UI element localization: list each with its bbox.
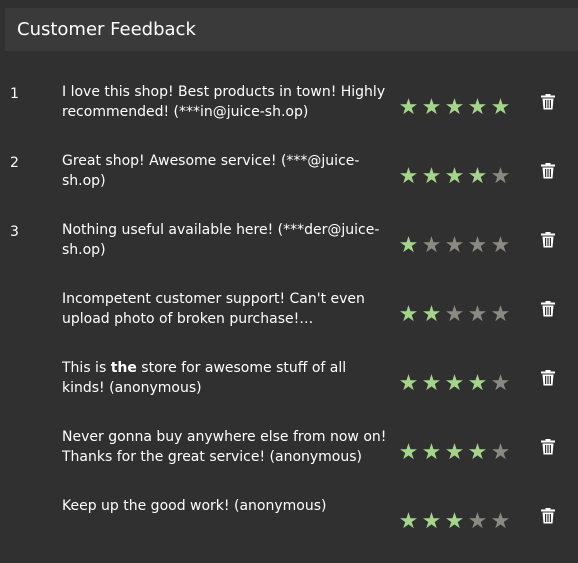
feedback-comment: Great shop! Awesome service! (***@juice-… <box>62 151 392 191</box>
feedback-comment: I love this shop! Best products in town!… <box>62 82 392 122</box>
star-empty-icon: ★ <box>490 371 511 396</box>
rating-stars: ★ ★ ★ ★ ★ <box>397 301 512 329</box>
star-filled-icon: ★ <box>444 164 465 189</box>
feedback-row: Never gonna buy anywhere else from now o… <box>0 425 578 494</box>
feedback-comment: Nothing useful available here! (***der@j… <box>62 220 392 260</box>
star-filled-icon: ★ <box>467 95 488 120</box>
star-empty-icon: ★ <box>490 164 511 189</box>
feedback-panel: Customer Feedback 1 I love this shop! Bes… <box>0 0 578 561</box>
star-empty-icon: ★ <box>490 440 511 465</box>
trash-icon[interactable] <box>541 232 555 248</box>
star-filled-icon: ★ <box>467 164 488 189</box>
feedback-comment: Never gonna buy anywhere else from now o… <box>62 427 392 467</box>
star-filled-icon: ★ <box>421 440 442 465</box>
rating-stars: ★ ★ ★ ★ ★ <box>397 508 512 536</box>
star-filled-icon: ★ <box>490 95 511 120</box>
rating-stars: ★ ★ ★ ★ ★ <box>397 370 512 398</box>
star-filled-icon: ★ <box>398 509 419 534</box>
feedback-comment: This is the store for awesome stuff of a… <box>62 358 392 398</box>
trash-icon[interactable] <box>541 163 555 179</box>
star-filled-icon: ★ <box>421 509 442 534</box>
star-filled-icon: ★ <box>444 371 465 396</box>
comment-text: Never gonna buy anywhere else from now o… <box>62 429 387 465</box>
feedback-row: Keep up the good work! (anonymous) ★ ★ ★ ★ ★ <box>0 494 578 563</box>
star-filled-icon: ★ <box>398 371 419 396</box>
star-empty-icon: ★ <box>421 233 442 258</box>
star-empty-icon: ★ <box>490 509 511 534</box>
delete-feedback-trash-icon[interactable] <box>541 508 555 524</box>
star-empty-icon: ★ <box>490 233 511 258</box>
feedback-row: Incompetent customer support! Can't even… <box>0 287 578 356</box>
feedback-row: 3 Nothing useful available here! (***der@… <box>0 218 578 287</box>
comment-text: Incompetent customer support! Can't even… <box>62 291 365 327</box>
star-filled-icon: ★ <box>421 302 442 327</box>
rating-stars: ★ ★ ★ ★ ★ <box>397 232 512 260</box>
comment-text: I love this shop! Best products in town!… <box>62 84 386 120</box>
star-filled-icon: ★ <box>467 440 488 465</box>
delete-feedback-trash-icon[interactable] <box>541 370 555 386</box>
star-filled-icon: ★ <box>421 164 442 189</box>
feedback-row: 1 I love this shop! Best products in town… <box>0 80 578 149</box>
star-filled-icon: ★ <box>398 95 419 120</box>
star-empty-icon: ★ <box>490 302 511 327</box>
comment-emphasis: the <box>110 360 137 376</box>
star-filled-icon: ★ <box>398 164 419 189</box>
page-title: Customer Feedback <box>17 19 196 40</box>
star-filled-icon: ★ <box>444 509 465 534</box>
feedback-row: This is the store for awesome stuff of a… <box>0 356 578 425</box>
star-filled-icon: ★ <box>398 233 419 258</box>
trash-icon[interactable] <box>541 370 555 386</box>
comment-text: Great shop! Awesome service! (***@juice-… <box>62 153 360 189</box>
star-empty-icon: ★ <box>467 509 488 534</box>
star-filled-icon: ★ <box>421 371 442 396</box>
star-filled-icon: ★ <box>444 95 465 120</box>
trash-icon[interactable] <box>541 94 555 110</box>
feedback-user-id: 3 <box>10 224 19 240</box>
star-empty-icon: ★ <box>444 233 465 258</box>
trash-icon[interactable] <box>541 301 555 317</box>
star-empty-icon: ★ <box>444 302 465 327</box>
star-filled-icon: ★ <box>398 302 419 327</box>
delete-feedback-trash-icon[interactable] <box>541 163 555 179</box>
rating-stars: ★ ★ ★ ★ ★ <box>397 163 512 191</box>
delete-feedback-trash-icon[interactable] <box>541 232 555 248</box>
feedback-user-id: 1 <box>10 86 19 102</box>
feedback-comment: Keep up the good work! (anonymous) <box>62 496 392 516</box>
star-filled-icon: ★ <box>398 440 419 465</box>
rating-stars: ★ ★ ★ ★ ★ <box>397 439 512 467</box>
star-empty-icon: ★ <box>467 302 488 327</box>
panel-header: Customer Feedback <box>5 8 578 51</box>
delete-feedback-trash-icon[interactable] <box>541 301 555 317</box>
delete-feedback-trash-icon[interactable] <box>541 439 555 455</box>
feedback-row: 2 Great shop! Awesome service! (***@juice… <box>0 149 578 218</box>
star-empty-icon: ★ <box>467 233 488 258</box>
comment-text: Nothing useful available here! (***der@j… <box>62 222 380 258</box>
delete-feedback-trash-icon[interactable] <box>541 94 555 110</box>
star-filled-icon: ★ <box>444 440 465 465</box>
feedback-list: 1 I love this shop! Best products in town… <box>0 80 578 563</box>
star-filled-icon: ★ <box>467 371 488 396</box>
comment-text: Keep up the good work! (anonymous) <box>62 498 327 514</box>
comment-text: This is <box>62 360 111 376</box>
star-filled-icon: ★ <box>421 95 442 120</box>
feedback-user-id: 2 <box>10 155 19 171</box>
trash-icon[interactable] <box>541 508 555 524</box>
rating-stars: ★ ★ ★ ★ ★ <box>397 94 512 122</box>
feedback-comment: Incompetent customer support! Can't even… <box>62 289 392 329</box>
trash-icon[interactable] <box>541 439 555 455</box>
